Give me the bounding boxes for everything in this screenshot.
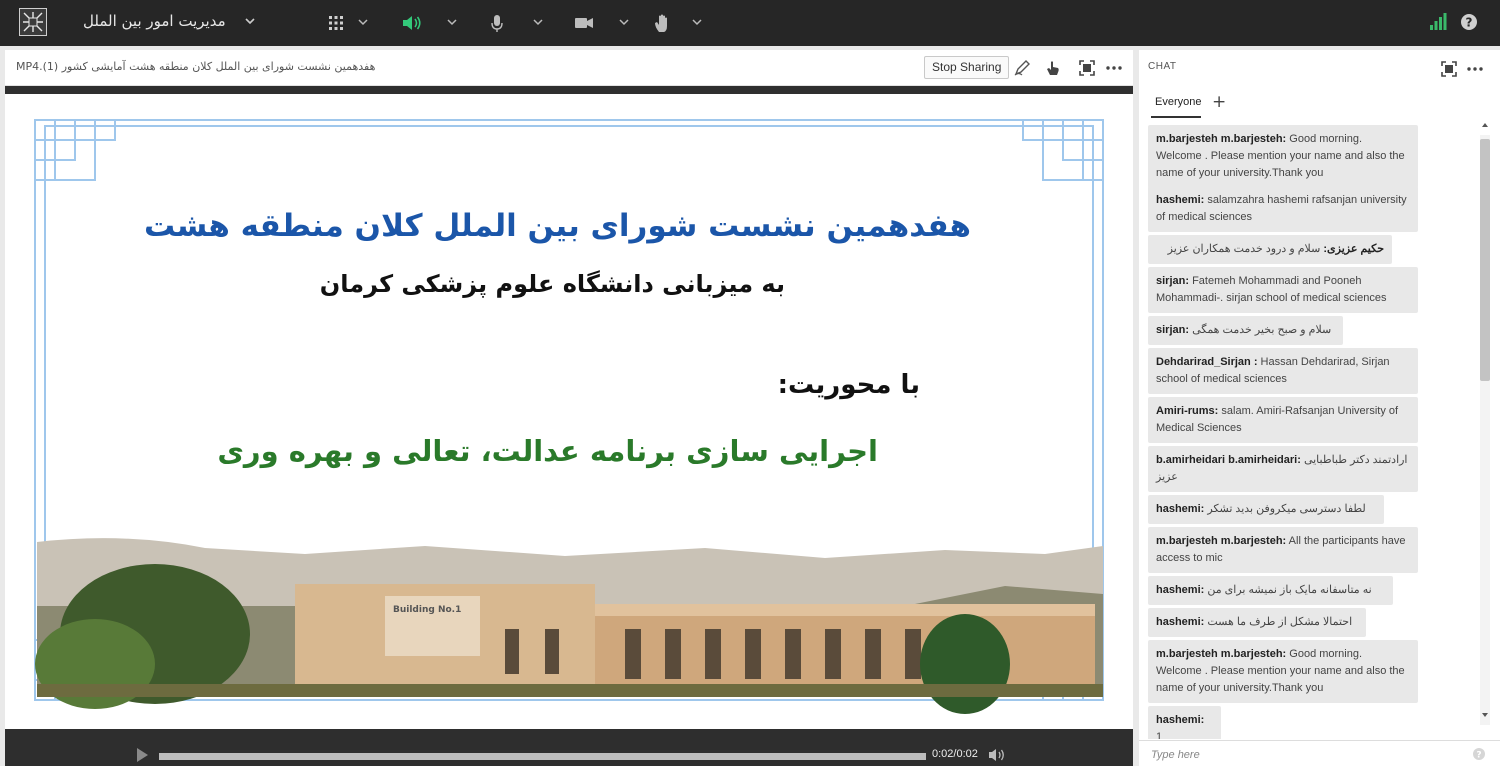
chat-message: m.barjesteh m.barjesteh: Good morning. W… <box>1148 640 1418 703</box>
more-options-icon[interactable] <box>1105 59 1123 77</box>
chat-title: CHAT <box>1148 61 1177 72</box>
chat-message: hashemi: احتمالا مشکل از طرف ما هست <box>1148 608 1366 637</box>
seek-bar[interactable] <box>159 753 926 760</box>
speaker-icon[interactable] <box>401 12 423 34</box>
building-sign-text: Building No.1 <box>393 605 461 615</box>
draw-pen-icon[interactable] <box>1013 59 1031 77</box>
camera-icon[interactable] <box>574 12 594 34</box>
share-pod-header: هفدهمین نشست شورای بین الملل کلان منطقه … <box>5 50 1133 86</box>
time-readout: 0:02/0:02 <box>932 748 978 760</box>
chat-message: m.barjesteh m.barjesteh: Good morning. W… <box>1148 125 1418 188</box>
signal-bars-icon[interactable] <box>1429 12 1447 32</box>
grid-menu-chevron-icon[interactable] <box>356 14 370 32</box>
building-photo: Building No.1 <box>35 538 1103 714</box>
microphone-icon[interactable] <box>489 12 505 34</box>
svg-text:?: ? <box>1476 751 1481 761</box>
add-chat-tab-button[interactable]: + <box>1212 92 1226 112</box>
chat-message: Dehdarirad_Sirjan : Hassan Dehdarirad, S… <box>1148 348 1418 394</box>
meeting-title[interactable]: مدیریت امور بین الملل <box>83 12 226 30</box>
slide-subtitle: به میزبانی دانشگاه علوم پزشکی کرمان <box>319 270 785 298</box>
chat-message: hashemi: salamzahra hashemi rafsanjan un… <box>1148 186 1418 232</box>
fullscreen-icon[interactable] <box>1078 59 1096 77</box>
grid-apps-icon[interactable] <box>327 12 345 34</box>
video-slide: هفدهمین نشست شورای بین الملل کلان منطقه … <box>5 94 1133 729</box>
chat-scrollbar-thumb[interactable] <box>1480 139 1490 381</box>
chat-message: hashemi: 1 <box>1148 706 1221 739</box>
chat-message: حکیم عزیزی: سلام و درود خدمت همکاران عزی… <box>1148 235 1392 264</box>
chat-fullscreen-icon[interactable] <box>1440 60 1458 78</box>
app-logo-icon[interactable] <box>19 8 47 36</box>
chat-message: m.barjesteh m.barjesteh: All the partici… <box>1148 527 1418 573</box>
chat-message-input[interactable] <box>1149 745 1463 765</box>
chat-message: sirjan: سلام و صبح بخیر خدمت همگی <box>1148 316 1343 345</box>
scroll-up-icon[interactable] <box>1481 121 1489 129</box>
pointer-hand-icon[interactable] <box>1045 59 1061 77</box>
chevron-down-icon[interactable] <box>243 12 257 30</box>
play-icon[interactable] <box>135 747 149 763</box>
slide-title: هفدهمین نشست شورای بین الملل کلان منطقه … <box>143 208 971 244</box>
scroll-down-icon[interactable] <box>1481 711 1489 719</box>
slide-theme: اجرایی سازی برنامه عدالت، تعالی و بهره و… <box>217 434 878 468</box>
top-bar: مدیریت امور بین الملل ? <box>0 0 1500 46</box>
video-top-stripe <box>5 86 1133 94</box>
chat-input-area: ? <box>1139 740 1500 766</box>
tab-everyone-underline <box>1151 116 1201 118</box>
chat-message-list: m.barjesteh m.barjesteh: Good morning. W… <box>1139 119 1479 739</box>
help-icon[interactable]: ? <box>1460 12 1478 32</box>
chat-pod: CHAT Everyone + m.barjesteh m.barjesteh:… <box>1139 50 1500 766</box>
chat-message: hashemi: نه متاسفانه مایک باز نمیشه برای… <box>1148 576 1393 605</box>
seek-bar-progress <box>159 753 926 760</box>
chat-message: Amiri-rums: salam. Amiri-Rafsanjan Unive… <box>1148 397 1418 443</box>
hand-menu-chevron-icon[interactable] <box>690 14 704 32</box>
slide-axis-label: با محوریت: <box>777 370 920 400</box>
svg-text:?: ? <box>1466 16 1473 30</box>
speaker-menu-chevron-icon[interactable] <box>445 14 459 32</box>
shared-file-name: هفدهمین نشست شورای بین الملل کلان منطقه … <box>16 60 376 73</box>
chat-message: sirjan: Fatemeh Mohammadi and Pooneh Moh… <box>1148 267 1418 313</box>
chat-message: b.amirheidari b.amirheidari: ارادتمند دک… <box>1148 446 1418 492</box>
volume-icon[interactable] <box>988 747 1008 763</box>
raise-hand-icon[interactable] <box>653 12 673 34</box>
chat-more-options-icon[interactable] <box>1466 60 1484 78</box>
share-pod: هفدهمین نشست شورای بین الملل کلان منطقه … <box>5 50 1133 766</box>
video-player-controls: 0:02/0:02 <box>5 729 1133 766</box>
tab-everyone[interactable]: Everyone <box>1155 96 1201 108</box>
camera-menu-chevron-icon[interactable] <box>617 14 631 32</box>
stop-sharing-button[interactable]: Stop Sharing <box>924 56 1010 79</box>
chat-help-icon[interactable]: ? <box>1472 747 1486 761</box>
mic-menu-chevron-icon[interactable] <box>531 14 545 32</box>
chat-message: hashemi: لطفا دسترسی میکروفن بدید تشکر <box>1148 495 1384 524</box>
